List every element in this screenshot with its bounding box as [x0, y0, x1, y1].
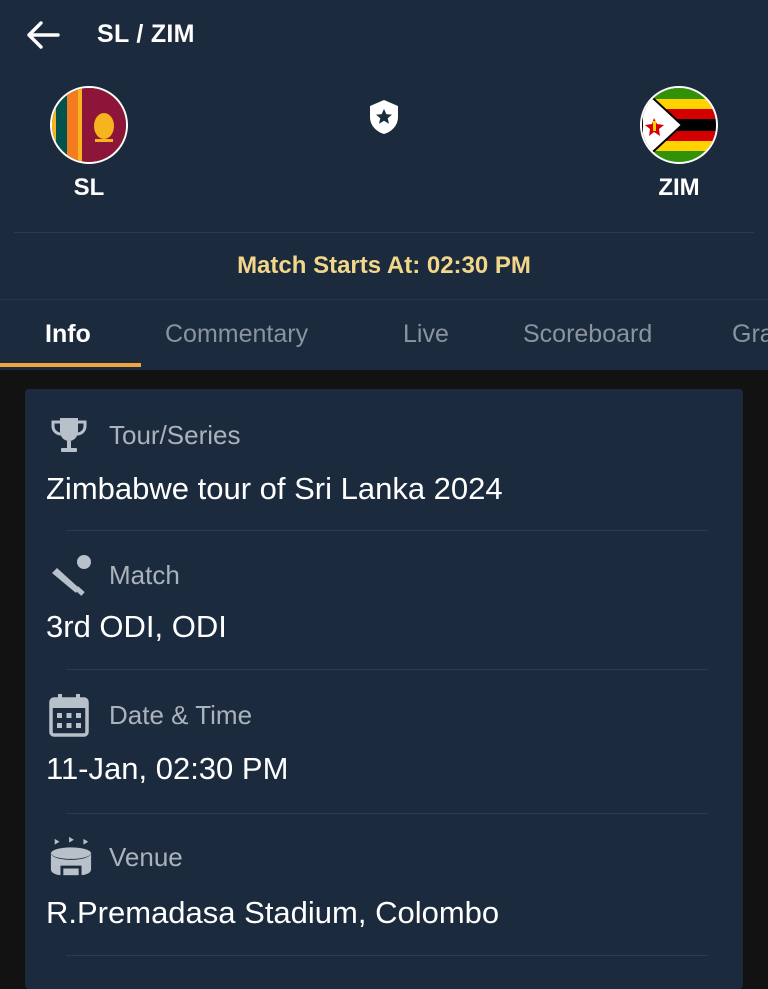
- tab-live[interactable]: Live: [403, 320, 449, 349]
- tab-info[interactable]: Info: [45, 320, 91, 349]
- row-divider: [66, 955, 708, 956]
- back-button[interactable]: [22, 14, 64, 56]
- calendar-icon: [49, 694, 93, 737]
- team-home-label: SL: [73, 174, 105, 201]
- team-away-label: ZIM: [658, 174, 700, 201]
- info-value: Zimbabwe tour of Sri Lanka 2024: [46, 471, 503, 506]
- tab-commentary[interactable]: Commentary: [165, 320, 308, 349]
- match-start-time: Match Starts At: 02:30 PM: [237, 252, 531, 279]
- match-header: SL / ZIM SL ZIM Match Starts At: 02:30 P…: [0, 0, 768, 370]
- info-label: Venue: [109, 841, 183, 872]
- page-title: SL / ZIM: [97, 20, 195, 48]
- info-label: Match: [109, 559, 180, 590]
- tab-bar: Info Commentary Live Scoreboard Gra: [0, 299, 768, 367]
- info-value: 11-Jan, 02:30 PM: [46, 751, 289, 786]
- cricket-bat-ball-icon: [49, 555, 93, 596]
- info-label: Tour/Series: [109, 419, 241, 450]
- shield-star-icon[interactable]: [366, 98, 402, 136]
- tab-graph[interactable]: Gra: [732, 320, 768, 349]
- trophy-icon: [49, 415, 93, 455]
- header-divider: [14, 232, 754, 233]
- match-info-card: Tour/Series Zimbabwe tour of Sri Lanka 2…: [25, 389, 743, 989]
- team-home[interactable]: SL: [49, 86, 129, 202]
- row-divider: [66, 813, 708, 814]
- zimbabwe-flag: [640, 86, 718, 164]
- team-away[interactable]: ZIM: [639, 86, 719, 202]
- info-label: Date & Time: [109, 699, 253, 730]
- info-value: R.Premadasa Stadium, Colombo: [46, 895, 500, 930]
- info-value: 3rd ODI, ODI: [46, 609, 227, 644]
- arrow-left-icon: [27, 21, 60, 49]
- sri-lanka-flag: [50, 86, 128, 164]
- tab-scoreboard[interactable]: Scoreboard: [523, 320, 652, 349]
- row-divider: [66, 669, 708, 670]
- stadium-icon: [49, 836, 93, 877]
- active-tab-indicator: [0, 363, 141, 367]
- row-divider: [66, 530, 708, 531]
